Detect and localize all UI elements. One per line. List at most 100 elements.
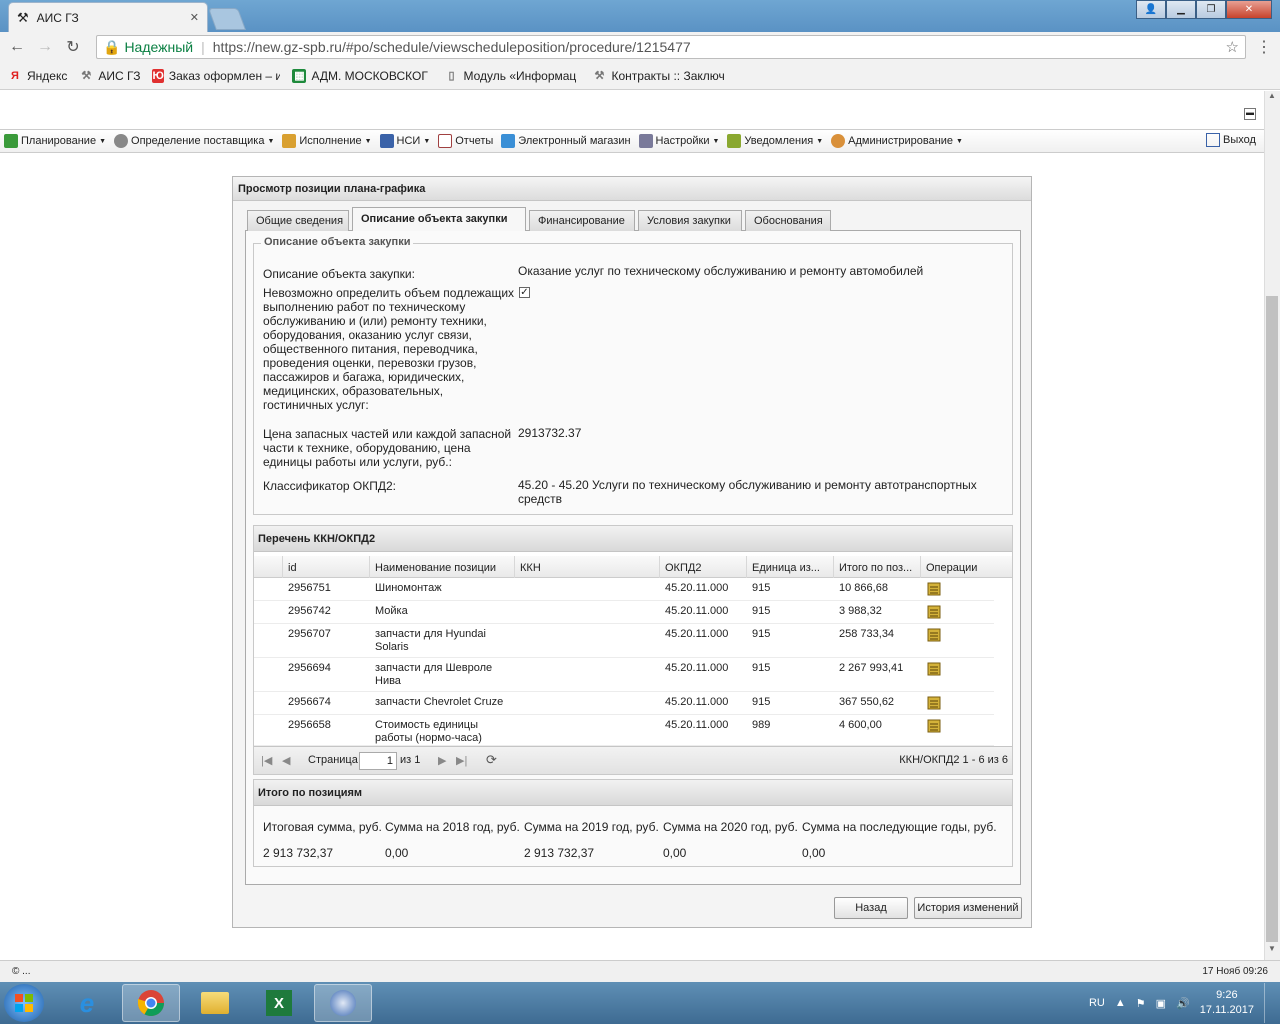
desc-value: Оказание услуг по техническому обслужива…: [518, 264, 924, 278]
totals-header-2019: Сумма на 2019 год, руб.: [524, 820, 659, 834]
refresh-icon[interactable]: ⟳: [486, 752, 497, 768]
volume-icon[interactable]: 🔊: [1176, 997, 1190, 1010]
cell-name: запчасти для Шевроле Нива: [375, 662, 493, 687]
cell-unit: 915: [752, 662, 771, 674]
address-bar: ← → ↻ 🔒 Надежный | https://new.gz-spb.ru…: [0, 32, 1280, 62]
url-text: https://new.gz-spb.ru/#po/schedule/views…: [212, 39, 691, 55]
menu-eshop[interactable]: Электронный магазин: [501, 134, 631, 148]
menu-settings[interactable]: Настройки ▼: [638, 134, 719, 148]
schedule-position-panel: Просмотр позиции плана-графика Общие све…: [232, 176, 1032, 928]
scroll-details-icon[interactable]: [926, 581, 942, 597]
windows-logo-icon: [15, 994, 33, 1012]
scroll-details-icon[interactable]: [926, 661, 942, 677]
url-input[interactable]: 🔒 Надежный | https://new.gz-spb.ru/#po/s…: [96, 35, 1246, 59]
tab-justification[interactable]: Обоснования: [745, 210, 831, 231]
table-row[interactable]: 2956658 Стоимость единицы работы (нормо-…: [254, 715, 994, 746]
show-desktop-button[interactable]: [1264, 983, 1274, 1023]
cell-name: запчасти для Hyundai Solaris: [375, 628, 486, 653]
menu-nsi[interactable]: НСИ ▼: [379, 134, 431, 148]
first-page-icon[interactable]: |◀: [261, 754, 272, 767]
new-tab-button[interactable]: [207, 8, 247, 30]
bookmark-yandex[interactable]: Я Яндекс: [8, 69, 67, 83]
table-row[interactable]: 2956751 Шиномонтаж 45.20.11.000 915 10 8…: [254, 578, 994, 601]
back-arrow-icon[interactable]: ←: [6, 36, 28, 58]
col-kkn[interactable]: ККН: [514, 556, 659, 578]
user-icon[interactable]: 👤: [1136, 0, 1166, 19]
bookmark-module[interactable]: ▯ Модуль «Информац: [444, 69, 580, 83]
table-row[interactable]: 2956674 запчасти Chevrolet Cruze 45.20.1…: [254, 692, 994, 715]
col-total[interactable]: Итого по поз...: [833, 556, 920, 578]
maximize-icon[interactable]: ❐: [1196, 0, 1226, 19]
cell-name: Мойка: [375, 605, 408, 617]
impossible-checkbox[interactable]: ✓: [519, 287, 530, 298]
col-id[interactable]: id: [282, 556, 369, 578]
taskbar-excel[interactable]: X: [250, 984, 308, 1022]
yandex-icon: Я: [11, 69, 19, 82]
taskbar-chrome[interactable]: [122, 984, 180, 1022]
page-icon: ▯: [448, 70, 455, 82]
reload-icon[interactable]: ↻: [62, 36, 84, 58]
menu-supplier[interactable]: Определение поставщика ▼: [114, 134, 274, 148]
next-page-icon[interactable]: ▶: [438, 754, 446, 767]
col-unit[interactable]: Единица из...: [746, 556, 833, 578]
browser-menu-icon[interactable]: ⋮: [1256, 37, 1272, 57]
last-page-icon[interactable]: ▶|: [456, 754, 467, 767]
taskbar-explorer[interactable]: [186, 984, 244, 1022]
menu-admin[interactable]: Администрирование ▼: [831, 134, 963, 148]
clock[interactable]: 9:26 17.11.2017: [1200, 988, 1254, 1018]
taskbar-thunderbird[interactable]: [314, 984, 372, 1022]
cell-total: 10 866,68: [839, 582, 888, 594]
totals-section: Итого по позициям Итоговая сумма, руб. С…: [253, 779, 1013, 867]
totals-value-later: 0,00: [802, 846, 826, 860]
language-indicator[interactable]: RU: [1089, 997, 1105, 1009]
bookmark-adm[interactable]: ▦ АДМ. МОСКОВСКОГ: [292, 68, 432, 83]
flag-icon[interactable]: ⚑: [1136, 997, 1146, 1010]
network-icon[interactable]: ▣: [1156, 997, 1166, 1010]
browser-tab[interactable]: ⚒ АИС ГЗ ✕: [8, 2, 208, 32]
back-button[interactable]: Назад: [834, 897, 908, 919]
taskbar: e X RU ▲ ⚑ ▣ 🔊 9:26 17.11.2017: [0, 982, 1280, 1024]
forward-arrow-icon[interactable]: →: [34, 36, 56, 58]
logout-button[interactable]: Выход: [1206, 133, 1256, 147]
chrome-icon: [137, 990, 165, 1017]
table-row[interactable]: 2956707 запчасти для Hyundai Solaris 45.…: [254, 624, 994, 658]
taskbar-ie[interactable]: e: [58, 984, 116, 1022]
prev-page-icon[interactable]: ◀: [282, 754, 290, 767]
scroll-details-icon[interactable]: [926, 627, 942, 643]
scroll-details-icon[interactable]: [926, 604, 942, 620]
bookmark-contracts[interactable]: ⚒ Контракты :: Заключ: [592, 69, 732, 83]
cell-okpd: 45.20.11.000: [665, 719, 729, 731]
cell-unit: 915: [752, 628, 771, 640]
windows-start-icon[interactable]: [4, 984, 44, 1022]
dropdown-arrow-icon: ▼: [423, 137, 431, 145]
scroll-up-icon[interactable]: ▲: [1264, 91, 1280, 105]
minimize-icon[interactable]: ▁: [1166, 0, 1196, 19]
table-row[interactable]: 2956742 Мойка 45.20.11.000 915 3 988,32: [254, 601, 994, 624]
menu-notifications[interactable]: Уведомления ▼: [727, 134, 823, 148]
report-icon: [438, 134, 453, 148]
menu-planning[interactable]: Планирование ▼: [4, 134, 106, 148]
scroll-details-icon[interactable]: [926, 695, 942, 711]
tab-finance[interactable]: Финансирование: [529, 210, 635, 231]
col-okpd[interactable]: ОКПД2: [659, 556, 746, 578]
scroll-details-icon[interactable]: [926, 718, 942, 734]
history-button[interactable]: История изменений: [914, 897, 1022, 919]
scroll-down-icon[interactable]: ▼: [1264, 944, 1280, 958]
tab-description[interactable]: Описание объекта закупки: [352, 207, 526, 232]
bookmark-order[interactable]: Ю Заказ оформлен – и: [152, 68, 280, 83]
close-tab-icon[interactable]: ✕: [190, 11, 199, 24]
page-number-input[interactable]: 1: [359, 752, 397, 770]
table-row[interactable]: 2956694 запчасти для Шевроле Нива 45.20.…: [254, 658, 994, 692]
bookmark-star-icon[interactable]: ☆: [1226, 38, 1239, 56]
menu-execution[interactable]: Исполнение ▼: [282, 134, 372, 148]
bookmark-ais[interactable]: ⚒ АИС ГЗ: [79, 69, 140, 83]
menu-reports[interactable]: Отчеты: [438, 134, 493, 148]
app-menu: Планирование ▼ Определение поставщика ▼ Ис…: [0, 129, 1264, 153]
tray-expand-icon[interactable]: ▲: [1115, 997, 1126, 1009]
col-name[interactable]: Наименование позиции: [369, 556, 514, 578]
scroll-thumb[interactable]: [1266, 296, 1278, 942]
tab-conditions[interactable]: Условия закупки: [638, 210, 742, 231]
collapse-icon[interactable]: ▬: [1244, 108, 1256, 120]
tab-general[interactable]: Общие сведения: [247, 210, 349, 231]
close-window-icon[interactable]: ✕: [1226, 0, 1272, 19]
